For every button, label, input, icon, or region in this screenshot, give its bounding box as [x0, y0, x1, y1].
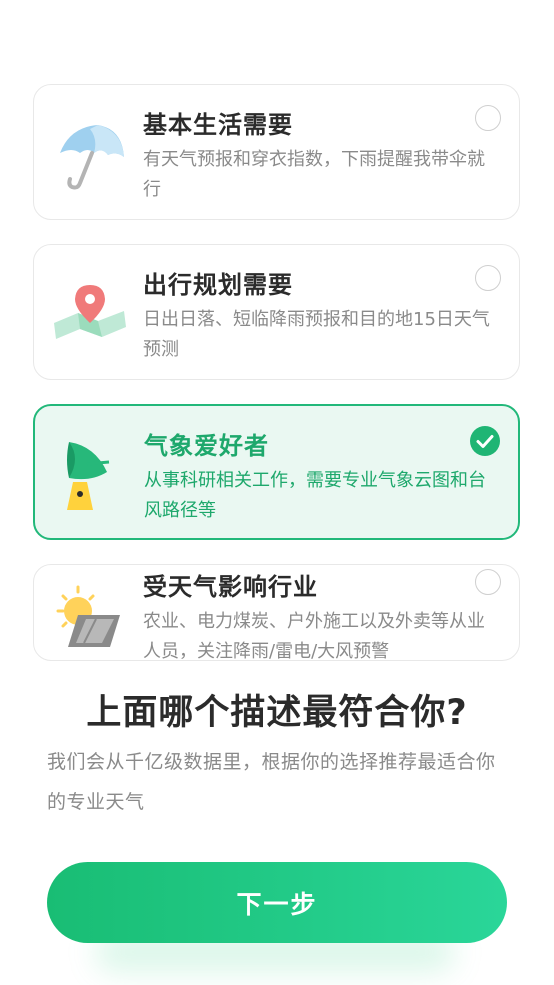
radio-button[interactable] — [475, 569, 501, 595]
option-title: 出行规划需要 — [143, 271, 293, 299]
map-pin-icon — [54, 285, 126, 339]
next-step-button[interactable]: 下一步 — [47, 862, 507, 943]
umbrella-icon — [60, 125, 124, 190]
option-card-basic-life[interactable]: 基本生活需要 有天气预报和穿衣指数，下雨提醒我带伞就行 — [33, 84, 520, 220]
radio-button[interactable] — [475, 105, 501, 131]
option-card-travel-planning[interactable]: 出行规划需要 日出日落、短临降雨预报和目的地15日天气预测 — [33, 244, 520, 380]
option-card-weather-enthusiast[interactable]: 气象爱好者 从事科研相关工作，需要专业气象云图和台风路径等 — [33, 404, 520, 540]
option-description: 日出日落、短临降雨预报和目的地15日天气预测 — [143, 309, 490, 360]
page-question: 上面哪个描述最符合你? — [86, 693, 468, 733]
page-subtitle: 我们会从千亿级数据里，根据你的选择推荐最适合你的专业天气 — [47, 751, 496, 813]
check-icon — [476, 435, 494, 448]
option-description: 有天气预报和穿衣指数，下雨提醒我带伞就行 — [143, 149, 485, 200]
option-description: 从事科研相关工作，需要专业气象云图和台风路径等 — [144, 470, 486, 521]
option-description: 农业、电力煤炭、户外施工以及外卖等从业人员，关注降雨/雷电/大风预警 — [143, 611, 485, 661]
option-title: 气象爱好者 — [144, 432, 269, 460]
radio-button-checked[interactable] — [470, 426, 500, 456]
satellite-dish-icon — [67, 442, 110, 510]
option-title: 受天气影响行业 — [143, 573, 318, 601]
onboarding-page: 基本生活需要 有天气预报和穿衣指数，下雨提醒我带伞就行 出行规划需要 日出日落、… — [0, 0, 554, 985]
option-title: 基本生活需要 — [143, 111, 293, 139]
radio-button[interactable] — [475, 265, 501, 291]
sun-solar-panel-icon — [56, 585, 120, 647]
option-card-weather-industry[interactable]: 受天气影响行业 农业、电力煤炭、户外施工以及外卖等从业人员，关注降雨/雷电/大风… — [33, 564, 520, 661]
